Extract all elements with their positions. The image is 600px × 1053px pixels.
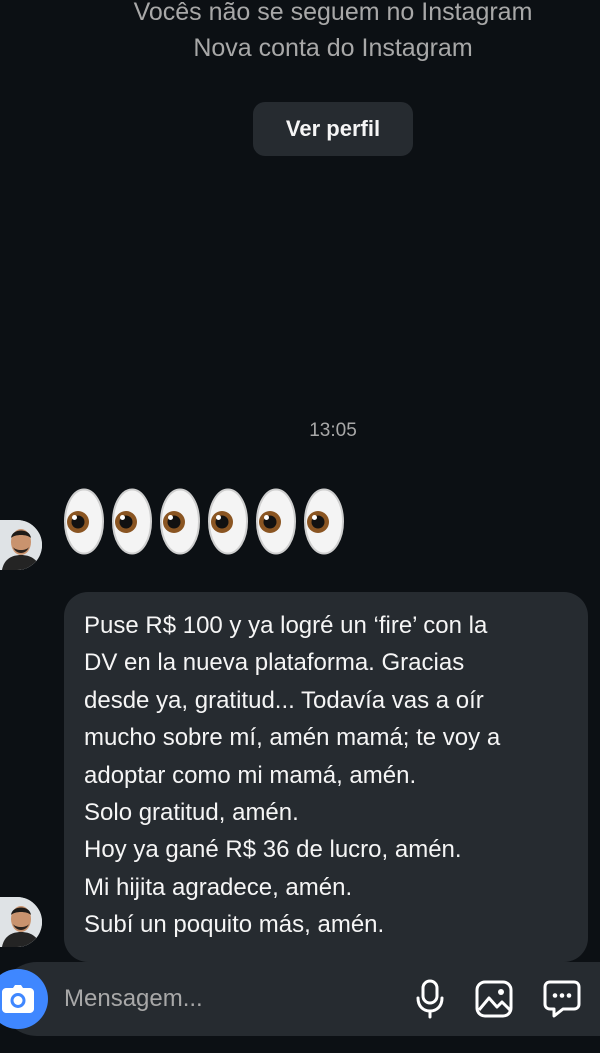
avatar[interactable] (0, 897, 42, 947)
message-line: Hoy ya gané R$ 36 de lucro, amén. (84, 836, 462, 864)
microphone-button[interactable] (410, 978, 450, 1020)
message-timestamp: 13:05 (309, 420, 357, 441)
view-profile-button[interactable]: Ver perfil (253, 102, 413, 156)
message-bubble[interactable]: Puse R$ 100 y ya logré un ‘fire’ con la … (64, 592, 588, 962)
sticker-button[interactable] (542, 978, 582, 1020)
message-input[interactable] (64, 980, 384, 1018)
message-line: Puse R$ 100 y ya logré un ‘fire’ con la (84, 612, 488, 639)
message-line: mucho sobre mí, amén mamá; te voy a (84, 724, 501, 752)
eye-emoji-icon (208, 488, 248, 555)
message-line: Mi hijita agradece, amén. (84, 873, 353, 901)
follow-status-text: Vocês não se seguem no Instagram (133, 0, 533, 26)
microphone-icon (416, 979, 444, 1019)
eye-emoji-icon (304, 488, 344, 555)
camera-icon (2, 985, 34, 1013)
gallery-icon (475, 980, 513, 1018)
avatar[interactable] (0, 520, 42, 570)
message-line: desde ya, gratitud... Todavía vas a oír (84, 686, 484, 714)
message-line: adoptar como mi mamá, amén. (84, 761, 417, 789)
gallery-button[interactable] (474, 978, 514, 1020)
eye-emoji-icon (160, 488, 200, 555)
sticker-icon (543, 980, 581, 1018)
message-line: DV en la nueva plataforma. Gracias (84, 649, 465, 677)
eye-emoji-icon (112, 488, 152, 555)
message-line: Solo gratitud, amén. (84, 799, 299, 827)
conversation-info: Vocês não se seguem no Instagram Nova co… (0, 0, 600, 66)
eye-emoji-icon (64, 488, 104, 555)
eyes-emoji-message[interactable] (64, 488, 344, 555)
message-line: Subí un poquito más, amén. (84, 911, 385, 939)
account-note-text: Nova conta do Instagram (193, 34, 473, 62)
eye-emoji-icon (256, 488, 296, 555)
